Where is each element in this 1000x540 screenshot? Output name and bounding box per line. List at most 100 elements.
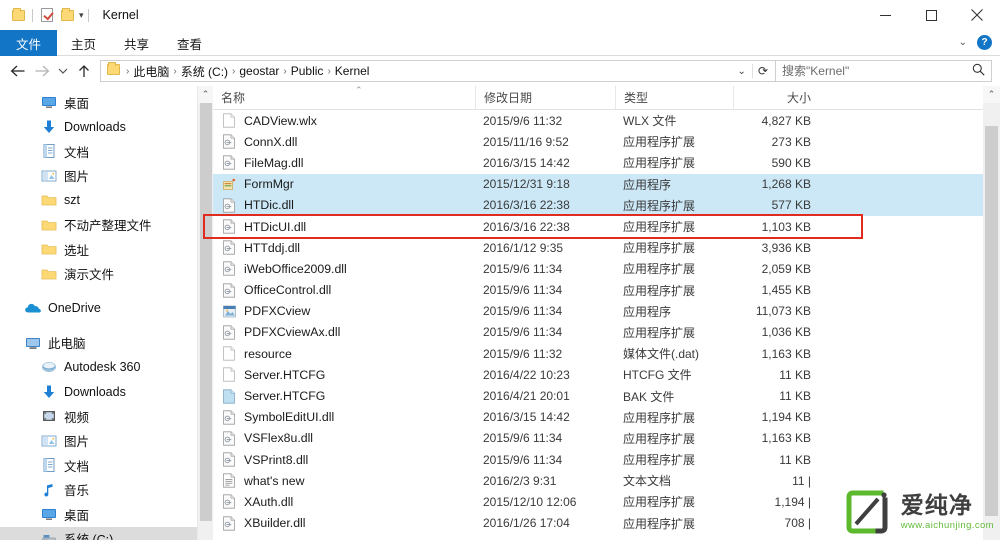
file-list-scroll-thumb[interactable] xyxy=(985,126,998,516)
sidebar-scrollbar[interactable]: ⌃ xyxy=(197,86,213,540)
scroll-up-icon[interactable]: ⌃ xyxy=(198,86,213,103)
refresh-icon[interactable]: ⟳ xyxy=(751,64,773,78)
minimize-button[interactable] xyxy=(862,0,908,30)
file-name-cell[interactable]: SymbolEditUI.dll xyxy=(213,409,475,425)
sidebar-item-系统-c-[interactable]: 系统 (C:) xyxy=(0,526,213,540)
table-row[interactable]: HTDic.dll 2016/3/16 22:38 应用程序扩展 577 KB xyxy=(213,194,1000,216)
search-icon[interactable] xyxy=(972,63,985,79)
breadcrumb-item-2[interactable]: geostar xyxy=(236,64,282,78)
up-button[interactable] xyxy=(72,59,96,83)
sidebar-item-label: 图片 xyxy=(64,435,90,450)
table-row[interactable]: VSPrint8.dll 2015/9/6 11:34 应用程序扩展 11 KB xyxy=(213,449,1000,470)
table-row[interactable]: resource 2015/9/6 11:32 媒体文件(.dat) 1,163 KB xyxy=(213,343,1000,364)
table-row[interactable]: iWebOffice2009.dll 2015/9/6 11:34 应用程序扩展 2,… xyxy=(213,258,1000,279)
file-name-cell[interactable]: iWebOffice2009.dll xyxy=(213,261,475,277)
new-folder-icon[interactable] xyxy=(57,5,77,25)
table-row[interactable]: OfficeControl.dll 2015/9/6 11:34 应用程序扩展 1,4… xyxy=(213,280,1000,301)
properties-icon[interactable] xyxy=(37,5,57,25)
table-row[interactable]: HTTddj.dll 2016/1/12 9:35 应用程序扩展 3,936 KB xyxy=(213,237,1000,258)
tab-view[interactable]: 查看 xyxy=(163,30,216,56)
sidebar-item-onedrive[interactable]: OneDrive xyxy=(0,296,213,321)
chevron-down-icon[interactable]: ▾ xyxy=(79,10,84,21)
sidebar-item-选址[interactable]: 选址 xyxy=(0,237,213,262)
navigation-pane: 桌面 Downloads 文档 图片 szt 不动产整理文件 选址 演示文件 OneDrive 此… xyxy=(0,86,213,540)
file-name-cell[interactable]: ConnX.dll xyxy=(213,134,475,150)
file-name-cell[interactable]: what's new xyxy=(213,473,475,489)
table-row[interactable]: Server.HTCFG 2016/4/21 20:01 BAK 文件 11 KB xyxy=(213,385,1000,406)
file-name-label: Server.HTCFG xyxy=(244,389,326,404)
file-name-cell[interactable]: Server.HTCFG xyxy=(213,367,475,383)
table-row[interactable]: VSFlex8u.dll 2015/9/6 11:34 应用程序扩展 1,163 KB xyxy=(213,428,1000,449)
table-row[interactable]: FormMgr 2015/12/31 9:18 应用程序 1,268 KB xyxy=(213,173,1000,195)
breadcrumb-item-4[interactable]: Kernel xyxy=(332,64,373,78)
sidebar-item-szt[interactable]: szt xyxy=(0,188,213,213)
sidebar-item-autodesk-360[interactable]: Autodesk 360 xyxy=(0,355,213,380)
table-row[interactable]: ConnX.dll 2015/11/16 9:52 应用程序扩展 273 KB xyxy=(213,131,1000,152)
search-input[interactable] xyxy=(782,64,972,78)
sidebar-scroll-thumb[interactable] xyxy=(200,103,212,521)
breadcrumb-item-0[interactable]: 此电脑 xyxy=(130,63,172,80)
scroll-up-icon[interactable]: ⌃ xyxy=(983,86,1000,103)
sidebar-item-不动产整理文件[interactable]: 不动产整理文件 xyxy=(0,213,213,238)
table-row[interactable]: Server.HTCFG 2016/4/22 10:23 HTCFG 文件 11 KB xyxy=(213,364,1000,385)
file-name-cell[interactable]: XAuth.dll xyxy=(213,494,475,510)
file-name-cell[interactable]: VSFlex8u.dll xyxy=(213,430,475,446)
file-name-cell[interactable]: FormMgr xyxy=(213,176,475,192)
tab-file[interactable]: 文件 xyxy=(0,30,58,56)
recent-locations-button[interactable] xyxy=(54,59,72,83)
file-name-cell[interactable]: CADView.wlx xyxy=(213,113,475,129)
file-name-cell[interactable]: VSPrint8.dll xyxy=(213,452,475,468)
tab-home[interactable]: 主页 xyxy=(57,30,110,56)
sidebar-item-文档[interactable]: 文档 xyxy=(0,139,213,164)
table-row[interactable]: FileMag.dll 2016/3/15 14:42 应用程序扩展 590 KB xyxy=(213,152,1000,173)
table-row[interactable]: PDFXCview 2015/9/6 11:34 应用程序 11,073 KB xyxy=(213,301,1000,322)
sidebar-item-音乐[interactable]: 音乐 xyxy=(0,478,213,503)
file-name-cell[interactable]: PDFXCviewAx.dll xyxy=(213,324,475,340)
file-type-cell: WLX 文件 xyxy=(623,114,677,129)
sidebar-item-桌面[interactable]: 桌面 xyxy=(0,90,213,115)
file-name-cell[interactable]: FileMag.dll xyxy=(213,155,475,171)
table-row[interactable]: SymbolEditUI.dll 2016/3/15 14:42 应用程序扩展 1,1… xyxy=(213,407,1000,428)
close-button[interactable] xyxy=(954,0,1000,30)
file-name-cell[interactable]: Server.HTCFG xyxy=(213,388,475,404)
column-header-date[interactable]: 修改日期 xyxy=(475,85,615,110)
file-name-cell[interactable]: resource xyxy=(213,346,475,362)
forward-button[interactable] xyxy=(30,59,54,83)
sidebar-item-图片[interactable]: 图片 xyxy=(0,164,213,189)
sidebar-item-演示文件[interactable]: 演示文件 xyxy=(0,262,213,287)
column-header-name[interactable]: 名称 xyxy=(213,86,475,110)
sidebar-item-downloads[interactable]: Downloads xyxy=(0,115,213,140)
table-row[interactable]: HTDicUI.dll 2016/3/16 22:38 应用程序扩展 1,103 KB xyxy=(213,216,1000,237)
breadcrumb-bar[interactable]: › 此电脑 › 系统 (C:) › geostar › Public › Ker… xyxy=(100,60,776,82)
file-name-cell[interactable]: HTDicUI.dll xyxy=(213,219,475,235)
tab-share[interactable]: 共享 xyxy=(110,30,163,56)
file-name-cell[interactable]: OfficeControl.dll xyxy=(213,282,475,298)
sidebar-item-文档[interactable]: 文档 xyxy=(0,453,213,478)
file-list-scrollbar[interactable]: ⌃ xyxy=(983,86,1000,540)
sidebar-item-图片[interactable]: 图片 xyxy=(0,429,213,454)
search-box[interactable] xyxy=(776,60,992,82)
sidebar-item-视频[interactable]: 视频 xyxy=(0,404,213,429)
sidebar-item-此电脑[interactable]: 此电脑 xyxy=(0,331,213,356)
chevron-down-icon[interactable]: ⌄ xyxy=(732,66,752,77)
file-date-cell: 2015/12/10 12:06 xyxy=(483,494,577,509)
file-name-cell[interactable]: HTDic.dll xyxy=(213,197,475,213)
table-row[interactable]: PDFXCviewAx.dll 2015/9/6 11:34 应用程序扩展 1,036… xyxy=(213,322,1000,343)
file-name-cell[interactable]: PDFXCview xyxy=(213,303,475,319)
sidebar-item-桌面[interactable]: 桌面 xyxy=(0,502,213,527)
file-name-cell[interactable]: XBuilder.dll xyxy=(213,515,475,531)
sidebar-item-label: 图片 xyxy=(64,170,90,185)
maximize-button[interactable] xyxy=(908,0,954,30)
breadcrumb-item-3[interactable]: Public xyxy=(288,64,327,78)
file-type-cell: 应用程序扩展 xyxy=(623,241,696,256)
folder-icon[interactable] xyxy=(8,5,28,25)
column-header-size[interactable]: 大小 xyxy=(733,85,825,110)
table-row[interactable]: CADView.wlx 2015/9/6 11:32 WLX 文件 4,827 KB xyxy=(213,110,1000,131)
back-button[interactable] xyxy=(6,59,30,83)
chevron-down-icon[interactable]: ⌄ xyxy=(959,37,967,48)
sidebar-item-downloads[interactable]: Downloads xyxy=(0,380,213,405)
breadcrumb-item-1[interactable]: 系统 (C:) xyxy=(178,63,231,80)
column-header-type[interactable]: 类型 xyxy=(615,85,733,110)
file-name-cell[interactable]: HTTddj.dll xyxy=(213,240,475,256)
help-icon[interactable]: ? xyxy=(977,35,992,50)
